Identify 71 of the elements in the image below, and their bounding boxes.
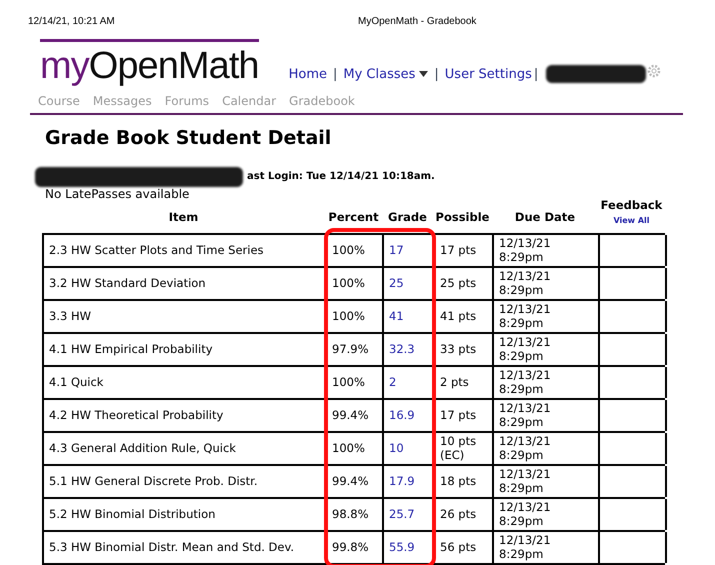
grade-link[interactable]: 41 [389,309,404,323]
grade-link[interactable]: 10 [389,441,404,455]
grade-link[interactable]: 25 [389,276,404,290]
column-header: Possible [436,209,490,226]
grade-link[interactable]: 2 [389,375,396,389]
table-cell: 100% [332,375,365,389]
table-cell-text: 17 pts [440,243,478,257]
table-cell: 100% [332,441,365,455]
table-cell-text: 12/13/21 8:29pm [499,434,552,462]
page-heading: Grade Book Student Detail [45,126,332,151]
table-cell: 99.8% [332,540,369,554]
table-cell: 3.3 HW [49,309,91,323]
column-header: Percent [328,209,379,226]
table-cell-text: 2 pts [440,375,470,389]
table-cell: 2.3 HW Scatter Plots and Time Series [49,243,264,257]
settings-icon[interactable] [647,64,662,78]
table-cell: 4.1 HW Empirical Probability [49,342,213,356]
table-cell-text: 12/13/21 8:29pm [499,302,552,330]
table-cell: 5.2 HW Binomial Distribution [49,507,216,521]
column-header: Feedback [600,197,662,214]
nav-link[interactable]: Home [288,64,327,84]
table-cell: 100% [332,309,365,323]
table-cell-text: 25 pts [440,276,478,290]
table-cell-text: 56 pts [440,540,478,554]
grade-link[interactable]: 32.3 [389,342,415,356]
table-cell: 100% [332,243,365,257]
table-cell-text: 12/13/21 8:29pm [499,533,552,561]
table-cell: 4.3 General Addition Rule, Quick [49,441,236,455]
table-cell-text: 33 pts [440,342,478,356]
table-cell: 99.4% [332,474,369,488]
table-cell-text: 17 pts [440,408,478,422]
table-cell-text: 12/13/21 8:29pm [499,236,552,264]
table-cell-text: 12/13/21 8:29pm [499,269,552,297]
table-cell-text: 41 pts [440,309,478,323]
table-cell: 4.1 Quick [49,375,104,389]
grade-link[interactable]: 17 [389,243,404,257]
logo[interactable]: myOpenMath [40,39,259,86]
print-date: 12/14/21, 10:21 AM [28,15,115,29]
separator: | [534,66,538,84]
grade-link[interactable]: 25.7 [389,507,415,521]
table-cell: 97.9% [332,342,369,356]
table-cell: 5.3 HW Binomial Distr. Mean and Std. Dev. [49,540,294,554]
column-header: Grade [388,209,427,226]
table-cell-text: 26 pts [440,507,478,521]
separator: | [333,66,338,84]
grade-link[interactable]: 17.9 [389,474,415,488]
separator: | [434,66,439,84]
table-cell: 100% [332,276,365,290]
table-cell: 99.4% [332,408,369,422]
view-all-link[interactable]: View All [613,214,650,226]
table-cell: 98.8% [332,507,369,521]
grade-link[interactable]: 16.9 [389,408,415,422]
table-cell-text: 10 pts (EC) [440,434,478,462]
table-cell-text: 12/13/21 8:29pm [499,368,552,396]
grade-link[interactable]: 55.9 [389,540,415,554]
table-cell: 5.1 HW General Discrete Prob. Distr. [49,474,258,488]
caret-icon [419,71,428,78]
nav-link[interactable]: User Settings [444,64,532,84]
last-login-text: ast Login: Tue 12/14/21 10:18am. [247,170,435,184]
table-cell: 4.2 HW Theoretical Probability [49,408,224,422]
nav-link[interactable]: My Classes [343,64,428,84]
table-cell-text: 12/13/21 8:29pm [499,500,552,528]
table-cell-text: 12/13/21 8:29pm [499,467,552,495]
table-cell-text: 12/13/21 8:29pm [499,335,552,363]
table-cell-text: 18 pts [440,474,478,488]
page-title: MyOpenMath - Gradebook [358,15,476,29]
table-cell: 3.2 HW Standard Deviation [49,276,206,290]
column-header: Item [168,209,198,226]
table-cell-text: 12/13/21 8:29pm [499,401,552,429]
latepasses-text: No LatePasses available [45,186,190,202]
column-header: Due Date [514,209,576,226]
